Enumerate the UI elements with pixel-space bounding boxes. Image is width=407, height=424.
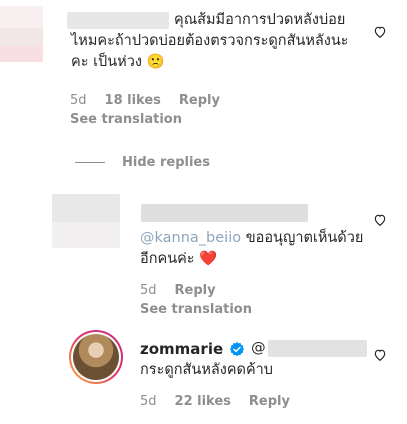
username-redacted[interactable]	[141, 204, 308, 222]
reply-button[interactable]: Reply	[175, 283, 216, 298]
hide-replies-label: Hide replies	[122, 155, 210, 170]
reply-text: @kanna_beiio ขออนุญาตเห็นด้วยอีกคนค่ะ ❤️	[140, 228, 365, 270]
avatar-photo	[73, 334, 119, 380]
avatar[interactable]	[52, 194, 120, 248]
comment-body: คุณส้มมีอาการปวดหลังบ่อยไหมคะถ้าปวดบ่อยต…	[71, 12, 349, 70]
verified-badge-icon	[229, 341, 245, 357]
comments-panel: คุณส้มมีอาการปวดหลังบ่อยไหมคะถ้าปวดบ่อยต…	[0, 0, 407, 424]
avatar[interactable]	[0, 6, 43, 62]
reply-button[interactable]: Reply	[179, 93, 220, 108]
mention-link[interactable]: @	[251, 338, 266, 359]
reply-header: zommarie @	[140, 338, 367, 359]
see-translation-link[interactable]: See translation	[140, 302, 252, 317]
reply-button[interactable]: Reply	[249, 394, 290, 409]
timestamp: 5d	[140, 283, 157, 298]
reply-meta: 5d 22 likes Reply	[140, 394, 290, 409]
likes-count[interactable]: 18 likes	[105, 93, 161, 108]
mention-link[interactable]: @kanna_beiio	[140, 230, 241, 246]
timestamp: 5d	[70, 93, 87, 108]
see-translation-link[interactable]: See translation	[70, 112, 182, 127]
heart-icon[interactable]	[372, 347, 388, 363]
hide-replies-button[interactable]: Hide replies	[75, 155, 210, 170]
avatar[interactable]	[69, 330, 123, 384]
username-link[interactable]: zommarie	[140, 340, 223, 358]
heart-icon[interactable]	[372, 212, 388, 228]
sad-face-emoji: 🙁	[146, 54, 165, 70]
heart-emoji: ❤️	[199, 251, 218, 267]
likes-count[interactable]: 22 likes	[175, 394, 231, 409]
comment-meta: 5d 18 likes Reply	[70, 93, 220, 108]
mention-redacted	[267, 340, 367, 357]
reply-body: กระดูกสันหลังคดค้าบ	[140, 362, 273, 378]
divider-line	[75, 162, 105, 163]
heart-icon[interactable]	[372, 24, 388, 40]
timestamp: 5d	[140, 394, 157, 409]
avatar-inner	[71, 332, 121, 382]
reply-meta: 5d Reply	[140, 283, 216, 298]
comment-text: คุณส้มมีอาการปวดหลังบ่อยไหมคะถ้าปวดบ่อยต…	[71, 10, 356, 73]
